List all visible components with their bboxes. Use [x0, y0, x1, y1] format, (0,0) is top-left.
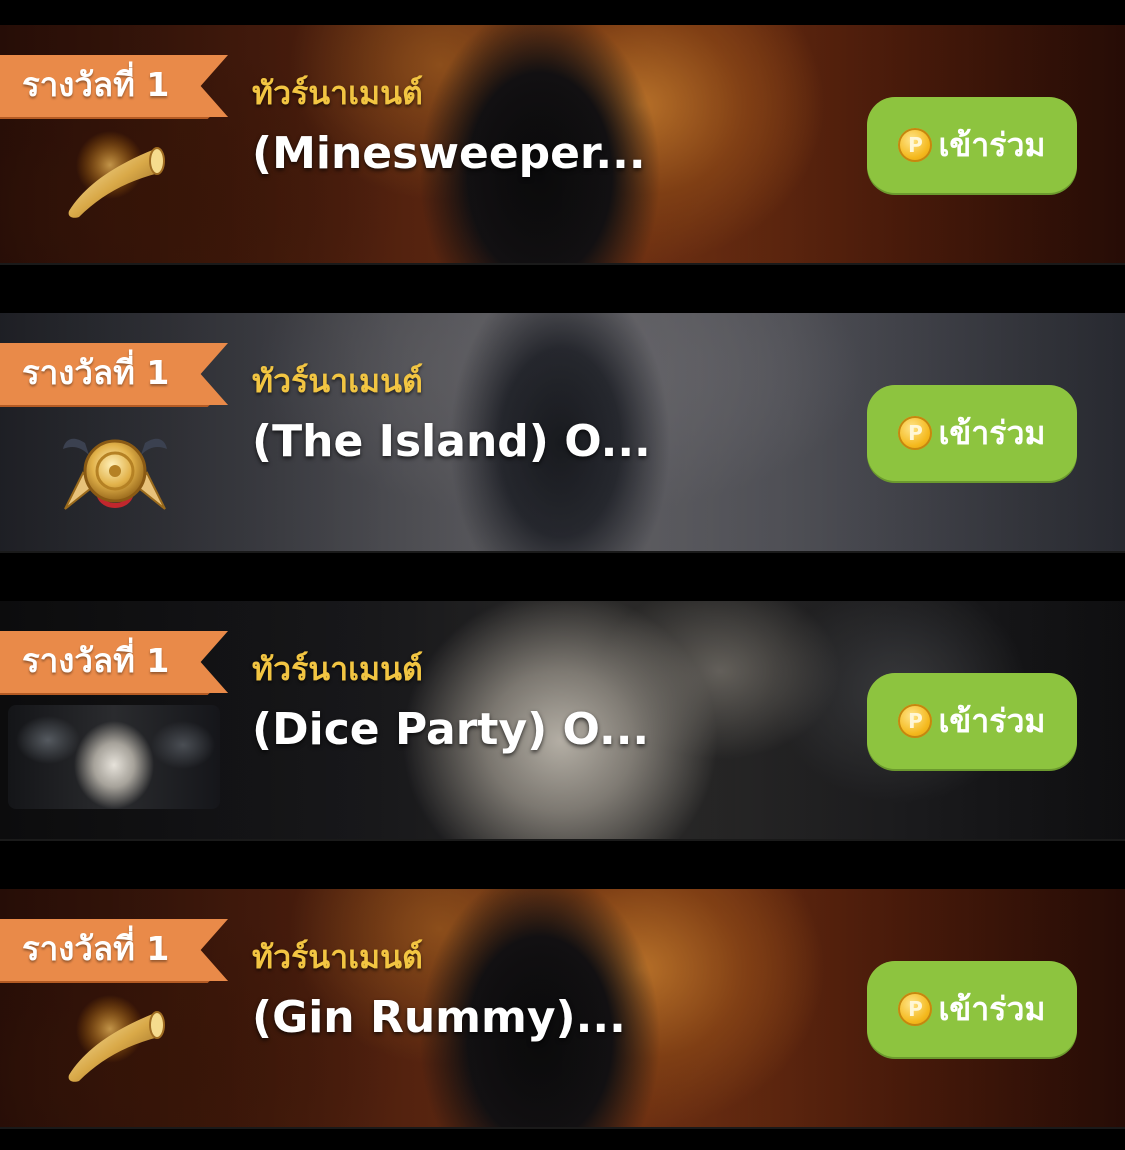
tournament-card[interactable]: รางวัลที่ 1 ทัวร์นาเมนต์ (Dice Party) O.…: [0, 601, 1125, 841]
prize-rank-label: รางวัลที่ 1: [22, 65, 170, 104]
prize-rank-label: รางวัลที่ 1: [22, 353, 170, 392]
join-button-label: เข้าร่วม: [938, 702, 1046, 740]
coin-icon: P: [898, 416, 933, 450]
join-button[interactable]: P เข้าร่วม: [867, 673, 1077, 769]
join-button-label: เข้าร่วม: [938, 126, 1046, 164]
join-button-label: เข้าร่วม: [938, 990, 1046, 1028]
join-button[interactable]: P เข้าร่วม: [867, 385, 1077, 481]
tournament-card[interactable]: รางวัลที่ 1 ทัวร์นาเมนต์ (Minesweeper...…: [0, 25, 1125, 265]
join-button[interactable]: P เข้าร่วม: [867, 961, 1077, 1057]
prize-rank-label: รางวัลที่ 1: [22, 929, 170, 968]
tournament-card[interactable]: รางวัลที่ 1 ทัวร์นาเมนต์ (The Island) O.…: [0, 313, 1125, 553]
tournament-title[interactable]: (The Island) O...: [252, 415, 651, 469]
join-button[interactable]: P เข้าร่วม: [867, 97, 1077, 193]
prize-rank-label: รางวัลที่ 1: [22, 641, 170, 680]
tournament-title[interactable]: (Minesweeper...: [252, 127, 646, 181]
golden-horn-icon: [68, 131, 165, 218]
coin-icon: P: [898, 128, 933, 162]
tournament-list: รางวัลที่ 1 ทัวร์นาเมนต์ (Minesweeper...…: [0, 0, 1125, 1150]
tournament-category: ทัวร์นาเมนต์: [252, 362, 423, 400]
tournament-title[interactable]: (Dice Party) O...: [252, 703, 649, 757]
golden-horn-icon: [68, 995, 165, 1082]
tournament-category: ทัวร์นาเมนต์: [252, 938, 423, 976]
gold-medal-icon: [63, 438, 167, 510]
coin-icon: P: [898, 992, 933, 1026]
coin-icon: P: [898, 704, 933, 738]
join-button-label: เข้าร่วม: [938, 414, 1046, 452]
tournament-title[interactable]: (Gin Rummy)...: [252, 991, 626, 1045]
tournament-card[interactable]: รางวัลที่ 1 ทัวร์นาเมนต์ (Gin Rummy)... …: [0, 889, 1125, 1129]
tournament-category: ทัวร์นาเมนต์: [252, 74, 423, 112]
tournament-category: ทัวร์นาเมนต์: [252, 650, 423, 688]
old-man-thumbnail: [8, 705, 220, 809]
